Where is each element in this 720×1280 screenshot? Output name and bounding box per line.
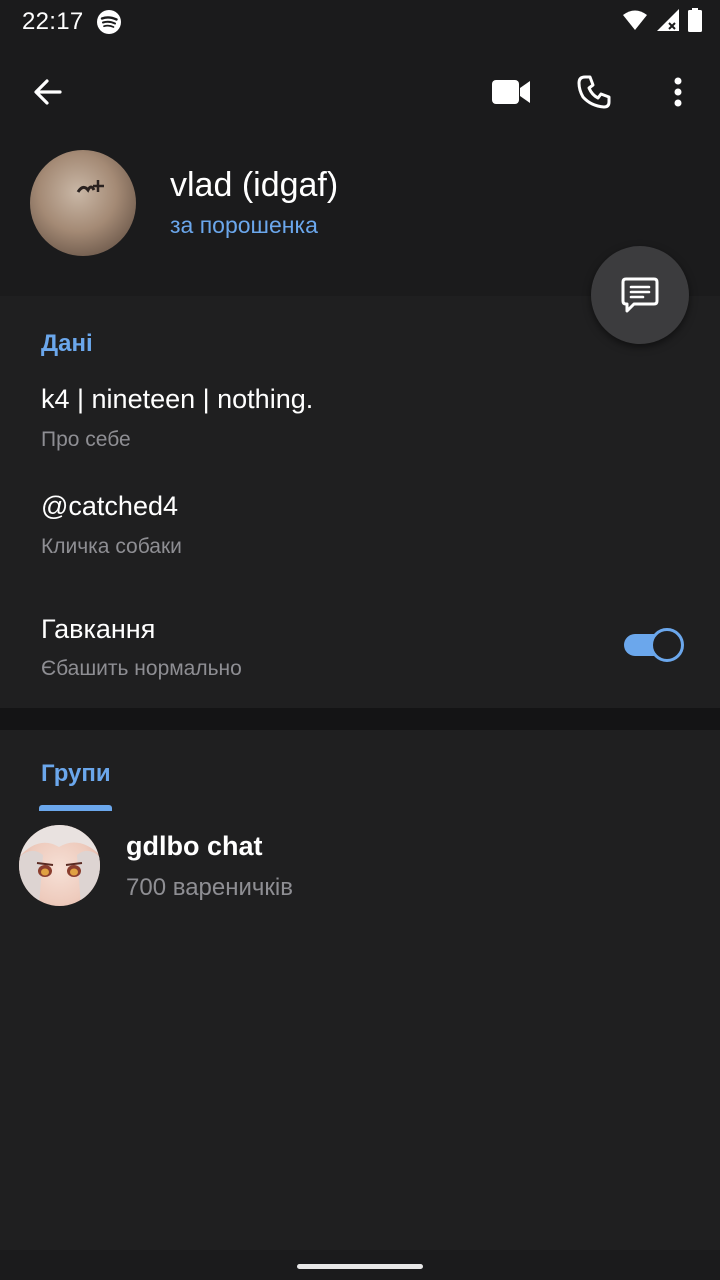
spotify-icon xyxy=(97,10,121,34)
toggle-knob xyxy=(650,628,684,662)
groups-tab-indicator xyxy=(39,805,112,811)
bio-value[interactable]: k4 | nineteen | nothing. xyxy=(41,384,313,415)
status-time: 22:17 xyxy=(22,8,84,35)
send-message-button[interactable] xyxy=(591,246,689,344)
notifications-toggle[interactable] xyxy=(622,626,684,662)
anime-avatar-image xyxy=(19,825,100,906)
groups-section-title[interactable]: Групи xyxy=(41,760,111,788)
avatar[interactable] xyxy=(30,150,136,256)
username-label: Кличка собаки xyxy=(41,535,182,558)
video-call-button[interactable] xyxy=(483,64,539,120)
info-section-title: Дані xyxy=(41,330,93,357)
system-nav-bar xyxy=(0,1250,720,1280)
list-item[interactable]: gdlbo chat 700 вареничків xyxy=(0,820,720,910)
message-icon xyxy=(621,277,659,313)
group-name: gdlbo chat xyxy=(126,831,263,861)
status-icons xyxy=(622,8,702,32)
wifi-icon xyxy=(623,10,647,30)
more-options-button[interactable] xyxy=(650,64,706,120)
toolbar xyxy=(0,44,720,140)
username-value[interactable]: @catched4 xyxy=(41,491,178,522)
notifications-label: Єбашить нормально xyxy=(41,657,242,680)
phone-call-button[interactable] xyxy=(566,64,622,120)
back-button[interactable] xyxy=(20,64,76,120)
group-avatar xyxy=(19,825,100,906)
home-gesture-handle[interactable] xyxy=(297,1264,423,1269)
groups-section: Групи gdlbo chat 700 вареничків xyxy=(0,730,720,1250)
profile-status: за порошенка xyxy=(170,212,318,238)
section-divider xyxy=(0,708,720,730)
status-bar: 22:17 xyxy=(0,0,720,44)
video-call-icon xyxy=(492,80,530,104)
profile-name: vlad (idgaf) xyxy=(170,166,339,204)
info-section: Дані k4 | nineteen | nothing. Про себе @… xyxy=(0,296,720,708)
more-vert-icon xyxy=(674,77,682,107)
bio-label: Про себе xyxy=(41,428,131,451)
phone-icon xyxy=(577,75,611,109)
profile-screen: 22:17 vlad (idgaf) за порошенка Дані k4 … xyxy=(0,0,720,1280)
notifications-title[interactable]: Гавкання xyxy=(41,614,155,645)
group-members-count: 700 вареничків xyxy=(126,874,293,901)
face-tattoo-mark xyxy=(76,180,104,193)
signal-icon xyxy=(657,9,679,31)
back-arrow-icon xyxy=(34,79,62,105)
battery-icon xyxy=(688,8,702,32)
